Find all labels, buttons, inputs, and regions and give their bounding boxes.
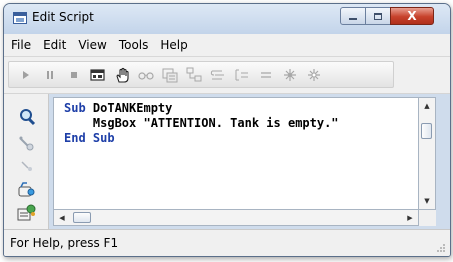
title-bar[interactable]: Edit Script X	[4, 4, 450, 34]
resize-grip-icon[interactable]	[436, 243, 446, 253]
pick-property-icon[interactable]	[17, 134, 37, 152]
dialog-editor-icon[interactable]	[87, 65, 109, 85]
glasses-icon[interactable]	[135, 65, 157, 85]
code-editor[interactable]: Sub DoTANKEmpty MsgBox "ATTENTION. Tank …	[53, 97, 419, 210]
clear-breakpoints-icon[interactable]	[303, 65, 325, 85]
script-code[interactable]: Sub DoTANKEmpty MsgBox "ATTENTION. Tank …	[64, 101, 339, 146]
minimize-icon	[349, 18, 357, 20]
window-title: Edit Script	[32, 10, 94, 24]
maximize-icon	[374, 12, 382, 20]
scroll-right-arrow-icon[interactable]: ▶	[402, 210, 418, 225]
status-bar: For Help, press F1	[4, 229, 450, 256]
menu-bar: File Edit View Tools Help	[4, 34, 450, 57]
minimize-button[interactable]	[340, 7, 366, 25]
menu-edit[interactable]: Edit	[37, 38, 72, 52]
menu-file[interactable]: File	[4, 38, 37, 52]
step-into-icon[interactable]	[207, 65, 229, 85]
app-icon[interactable]	[13, 12, 27, 24]
close-button[interactable]: X	[390, 7, 434, 25]
menu-tools[interactable]: Tools	[113, 38, 155, 52]
code-msgbox-line: MsgBox "ATTENTION. Tank is empty."	[64, 116, 339, 130]
status-text: For Help, press F1	[10, 236, 119, 250]
pause-icon[interactable]	[39, 65, 61, 85]
object-browser-icon[interactable]	[17, 204, 37, 222]
menu-view[interactable]: View	[72, 38, 112, 52]
pick-method-icon[interactable]	[17, 157, 37, 175]
hand-icon[interactable]	[111, 65, 133, 85]
object-browser-icon[interactable]	[159, 65, 181, 85]
breakpoint-icon[interactable]	[279, 65, 301, 85]
call-stack-icon[interactable]	[183, 65, 205, 85]
scroll-up-arrow-icon[interactable]: ▲	[419, 98, 435, 114]
editor-sidebar	[4, 94, 49, 229]
maximize-button[interactable]	[365, 7, 391, 25]
step-out-icon[interactable]	[255, 65, 277, 85]
toolbar	[4, 57, 450, 94]
code-keyword-sub: Sub	[64, 101, 86, 115]
code-sub-name: DoTANKEmpty	[85, 101, 173, 115]
step-over-icon[interactable]	[231, 65, 253, 85]
scrollbar-corner	[419, 210, 436, 226]
scroll-left-arrow-icon[interactable]: ◀	[54, 210, 70, 225]
horizontal-scroll-thumb[interactable]	[73, 212, 91, 223]
find-icon[interactable]	[17, 108, 37, 126]
stop-icon[interactable]	[63, 65, 85, 85]
horizontal-scrollbar[interactable]: ◀ ▶	[53, 210, 419, 226]
close-icon: X	[407, 9, 417, 23]
pick-object-icon[interactable]	[17, 180, 37, 198]
scroll-down-arrow-icon[interactable]: ▼	[419, 193, 435, 209]
run-icon[interactable]	[15, 65, 37, 85]
vertical-scroll-thumb[interactable]	[421, 123, 432, 139]
menu-help[interactable]: Help	[154, 38, 193, 52]
vertical-scrollbar[interactable]: ▲ ▼	[419, 97, 436, 210]
edit-script-window: Edit Script X File Edit View Tools Help	[3, 3, 451, 257]
code-keyword-end-sub: End Sub	[64, 131, 115, 145]
